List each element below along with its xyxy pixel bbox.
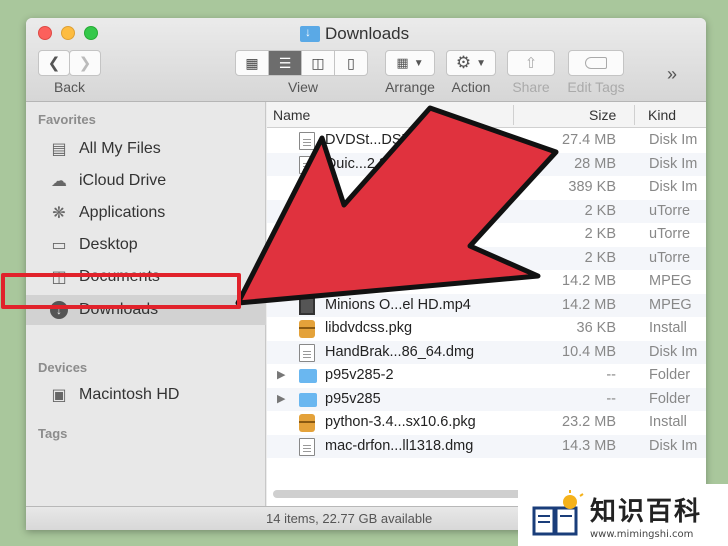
watermark: 知识百科 www.mimingshi.com: [518, 484, 728, 546]
watermark-url: www.mimingshi.com: [590, 528, 694, 540]
red-arrow-shape: [235, 105, 559, 306]
downloads-highlight-box: [1, 273, 241, 309]
watermark-brand: 知识百科: [590, 496, 703, 527]
watermark-text: 知识百科 www.mimingshi.com: [590, 491, 702, 540]
book-lightbulb-logo: [528, 490, 584, 540]
